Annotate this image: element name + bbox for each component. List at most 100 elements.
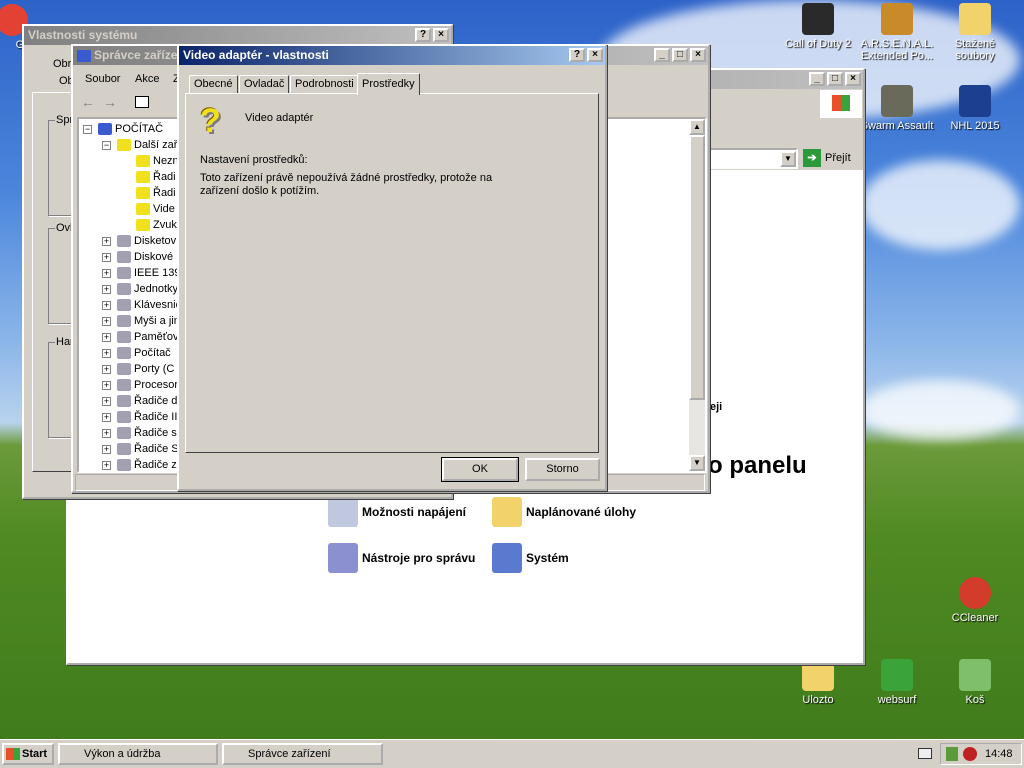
minimize-button[interactable]: _ (809, 72, 825, 86)
tree-item[interactable]: + Paměťov (102, 329, 178, 345)
desktop-icon-arsenal[interactable]: A.R.S.E.N.A.L. Extended Po... (859, 3, 935, 62)
go-button[interactable]: ➔ Přejít (803, 149, 851, 167)
close-button[interactable]: × (690, 48, 706, 62)
desktop-icon-websurf[interactable]: websurf (859, 659, 935, 706)
tree-item[interactable]: Zvuk (121, 217, 177, 233)
minimize-button[interactable]: _ (654, 48, 670, 62)
tree-item[interactable]: + Klávesnic (102, 297, 181, 313)
expand-icon[interactable]: + (102, 396, 111, 406)
desktop-icon-nhl[interactable]: NHL 2015 (937, 85, 1013, 132)
help-button[interactable]: ? (569, 48, 585, 62)
ok-button[interactable]: OK (441, 457, 519, 482)
device-category-icon (117, 251, 131, 264)
tree-item[interactable]: + Řadiče S (102, 441, 179, 457)
tab-resources[interactable]: Prostředky (357, 73, 420, 95)
menu-akce[interactable]: Akce (135, 73, 159, 85)
expand-icon[interactable]: + (102, 348, 111, 358)
tree-item[interactable]: Vide (121, 201, 175, 217)
keyboard-icon[interactable] (918, 748, 932, 759)
warning-device-icon (136, 155, 150, 168)
expand-icon[interactable]: + (102, 460, 111, 470)
start-button[interactable]: Start (2, 743, 54, 765)
cp-item-system[interactable]: Systém (492, 543, 569, 573)
close-button[interactable]: × (845, 72, 861, 86)
expand-icon[interactable]: + (102, 252, 111, 262)
tree-item-label: Disketov (134, 235, 177, 247)
scroll-down-button[interactable]: ▼ (689, 455, 705, 471)
maximize-button[interactable]: □ (827, 72, 843, 86)
system-properties-titlebar[interactable]: Vlastnosti systému ? × (24, 26, 451, 45)
maximize-button[interactable]: □ (672, 48, 688, 62)
close-button[interactable]: × (587, 48, 603, 62)
desktop-icon-recycle-bin[interactable]: Koš (937, 659, 1013, 706)
device-category-icon (117, 283, 131, 296)
expand-icon[interactable]: + (102, 444, 111, 454)
tree-item[interactable]: + Řadiče z (102, 457, 177, 471)
expand-icon[interactable]: + (102, 412, 111, 422)
tree-item-label: Řadiče z (134, 459, 177, 471)
tree-item-label: Řadiče d (134, 395, 178, 407)
tree-item[interactable]: − POČÍTAČ (83, 121, 163, 137)
scrollbar[interactable]: ▲ ▼ (689, 119, 705, 471)
expand-icon[interactable]: + (102, 428, 111, 438)
desktop-icon-call-of-duty[interactable]: Call of Duty 2 (780, 3, 856, 50)
expand-icon[interactable]: + (102, 332, 111, 342)
menu-soubor[interactable]: Soubor (85, 73, 120, 85)
warning-device-icon (117, 139, 131, 152)
cp-item-scheduled-tasks[interactable]: Naplánované úlohy (492, 497, 636, 527)
arsenal-icon (881, 3, 913, 35)
tab-general[interactable]: Obecné (189, 75, 238, 94)
dialog-titlebar[interactable]: Video adaptér - vlastnosti ? × (179, 46, 605, 65)
network-icon[interactable] (946, 747, 958, 761)
security-alert-icon[interactable] (963, 747, 977, 761)
taskbar-task-performance[interactable]: Výkon a údržba (58, 743, 218, 765)
tab-details[interactable]: Podrobnosti (290, 75, 359, 94)
tab-obr[interactable]: Obr (53, 58, 71, 70)
desktop-icon-ulozto[interactable]: Ulozto (780, 659, 856, 706)
expand-icon[interactable]: + (102, 236, 111, 246)
help-button[interactable]: ? (415, 28, 431, 42)
forward-button[interactable]: → (103, 94, 117, 110)
device-category-icon (117, 331, 131, 344)
tree-item[interactable]: + Procesor (102, 377, 178, 393)
back-button[interactable]: ← (81, 94, 95, 110)
tab-driver[interactable]: Ovladač (239, 75, 290, 94)
address-dropdown-button[interactable]: ▼ (780, 151, 796, 167)
tree-item[interactable]: + Porty (C (102, 361, 174, 377)
cancel-button[interactable]: Storno (525, 458, 600, 481)
unknown-device-icon: ? (200, 102, 221, 140)
tree-item[interactable]: + Řadiče s (102, 425, 177, 441)
tree-item[interactable]: Řadi (121, 185, 176, 201)
tree-item-label: Řadiče s (134, 427, 177, 439)
expand-icon[interactable]: + (102, 284, 111, 294)
tree-item-label: Další zař (134, 139, 178, 151)
tree-item[interactable]: + Jednotky (102, 281, 178, 297)
tree-item[interactable]: + Myši a jin (102, 313, 180, 329)
expand-icon[interactable]: + (102, 300, 111, 310)
tree-item[interactable]: + Počítač (102, 345, 171, 361)
tree-item[interactable]: − Další zař (102, 137, 177, 153)
desktop-icon-ccleaner[interactable]: CCleaner (937, 577, 1013, 624)
tree-item[interactable]: Řadi (121, 169, 176, 185)
expand-icon[interactable]: + (102, 380, 111, 390)
tree-item[interactable]: + IEEE 139 (102, 265, 180, 281)
tree-item[interactable]: + Diskové (102, 249, 173, 265)
scroll-thumb[interactable] (689, 135, 705, 400)
expand-icon[interactable]: + (102, 364, 111, 374)
collapse-icon[interactable]: − (102, 140, 111, 150)
tree-item[interactable]: + Řadiče II (102, 409, 177, 425)
expand-icon[interactable]: + (102, 268, 111, 278)
desktop-icon-downloads[interactable]: Stažené soubory (937, 3, 1013, 62)
expand-icon[interactable]: + (102, 316, 111, 326)
cp-item-admin-tools[interactable]: Nástroje pro správu (328, 543, 475, 573)
desktop-icon-swarm-assault[interactable]: Swarm Assault (859, 85, 935, 132)
show-hide-tree-button[interactable] (135, 96, 149, 108)
cp-item-power-options[interactable]: Možnosti napájení (328, 497, 466, 527)
tree-item[interactable]: Nezn (121, 153, 179, 169)
close-button[interactable]: × (433, 28, 449, 42)
tree-item[interactable]: + Řadiče d (102, 393, 177, 409)
taskbar-task-device-manager[interactable]: Správce zařízení (222, 743, 383, 765)
scroll-up-button[interactable]: ▲ (689, 119, 705, 135)
collapse-icon[interactable]: − (83, 124, 92, 134)
tree-item[interactable]: + Disketov (102, 233, 176, 249)
